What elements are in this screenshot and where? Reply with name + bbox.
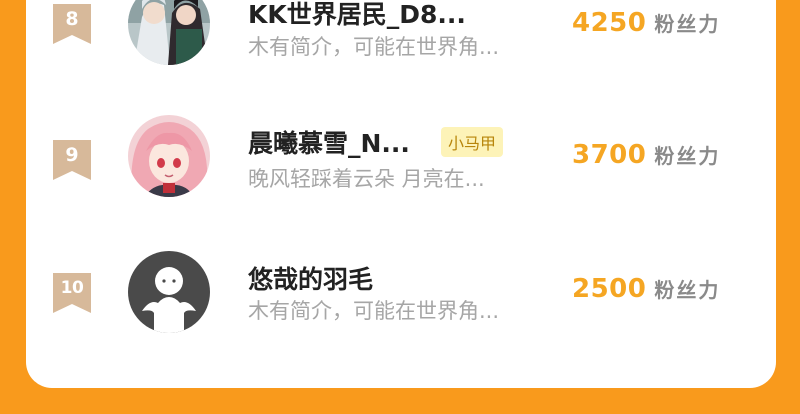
user-name[interactable]: 晨曦慕雪_N... xyxy=(248,124,410,160)
fans-power: 3700 粉丝力 xyxy=(572,140,720,170)
default-avatar-icon[interactable] xyxy=(128,251,210,333)
alt-account-badge: 小马甲 xyxy=(441,127,504,157)
user-bio: 晚风轻踩着云朵 月亮在... xyxy=(248,167,485,191)
ranking-row-8[interactable]: 8 KK世界居民_D8... 木有简介，可能在世界角... 4250 粉丝力 xyxy=(26,0,776,90)
fans-unit: 粉丝力 xyxy=(654,278,721,302)
fans-unit: 粉丝力 xyxy=(654,12,721,36)
ranking-card: 8 KK世界居民_D8... 木有简介，可能在世界角... 4250 粉丝力 9… xyxy=(26,0,776,388)
fans-unit: 粉丝力 xyxy=(654,144,721,168)
ranking-row-9[interactable]: 9 晨曦慕雪_N... 小马甲 晚风轻踩着云朵 月亮在... 3700 粉丝力 xyxy=(26,110,776,220)
avatar[interactable] xyxy=(128,115,210,197)
ranking-row-10[interactable]: 10 悠哉的羽毛 木有简介，可能在世界角... 2500 粉丝力 xyxy=(26,243,776,353)
user-bio: 木有简介，可能在世界角... xyxy=(248,299,500,323)
rank-number: 9 xyxy=(65,144,79,166)
user-bio: 木有简介，可能在世界角... xyxy=(248,35,500,59)
rank-ribbon: 10 xyxy=(53,273,91,313)
fans-power: 2500 粉丝力 xyxy=(572,274,720,304)
rank-number: 10 xyxy=(60,278,84,298)
rank-number: 8 xyxy=(65,8,79,30)
rank-ribbon: 9 xyxy=(53,140,91,180)
fans-count: 3700 xyxy=(572,140,647,170)
rank-ribbon: 8 xyxy=(53,4,91,44)
fans-count: 4250 xyxy=(572,8,647,38)
fans-power: 4250 粉丝力 xyxy=(572,8,720,38)
user-name[interactable]: KK世界居民_D8... xyxy=(248,0,466,31)
fans-count: 2500 xyxy=(572,274,647,304)
avatar[interactable] xyxy=(128,0,210,65)
user-name[interactable]: 悠哉的羽毛 xyxy=(248,260,373,296)
